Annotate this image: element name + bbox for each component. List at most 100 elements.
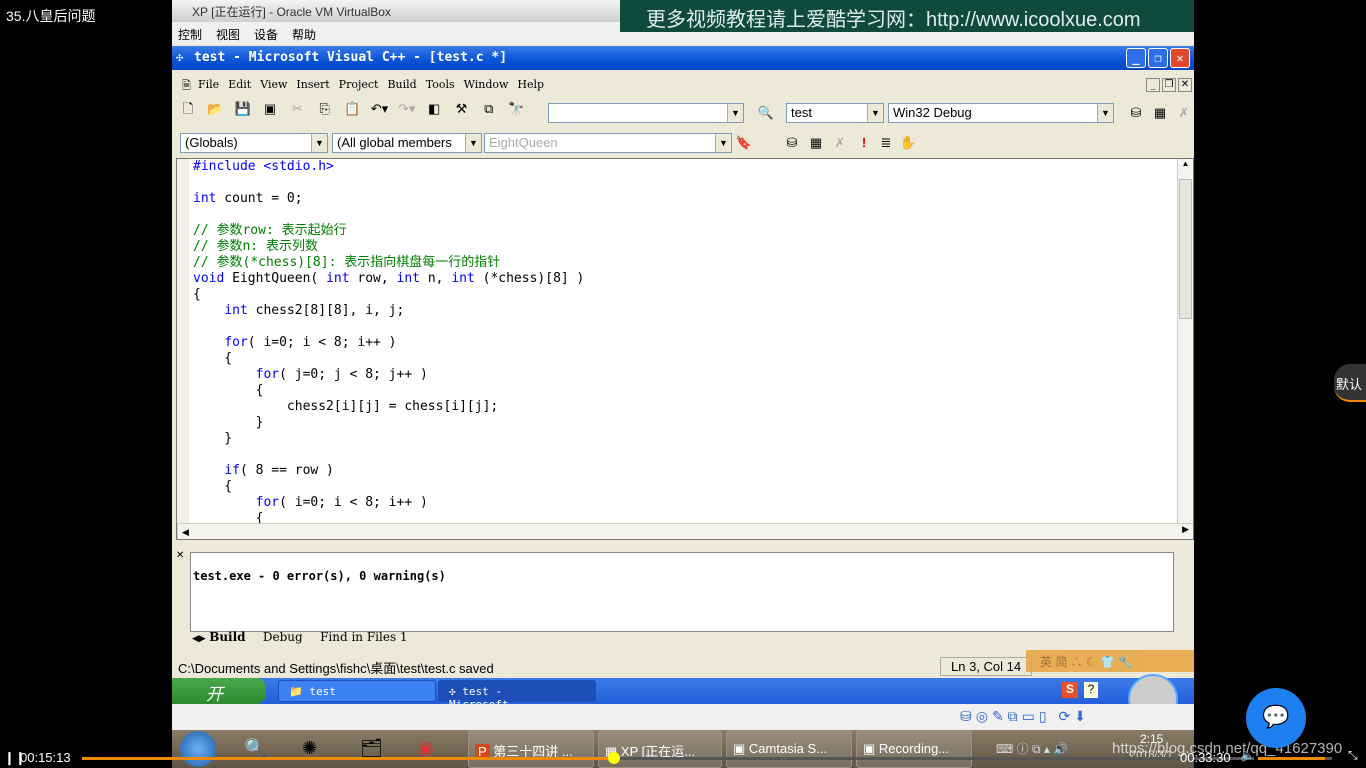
wizard-action-icon[interactable]: 🔖▾: [735, 134, 753, 168]
build-icon[interactable]: ▦: [1151, 104, 1169, 122]
copy-icon[interactable]: ⎘: [316, 100, 334, 118]
xp-task-vc[interactable]: ✣ test - Microsoft...: [438, 680, 596, 711]
chevron-down-icon[interactable]: ▼: [1097, 104, 1113, 122]
code-token: count = 0;: [216, 191, 303, 206]
insert-breakpoint-icon[interactable]: ≣: [877, 134, 895, 152]
search-icon[interactable]: 🔍: [244, 738, 266, 759]
mdi-minimize-button[interactable]: _: [1146, 78, 1160, 92]
tab-find-in-files[interactable]: Find in Files 1: [320, 630, 407, 644]
code-token: ( i=0; i < 8; i++ ): [247, 335, 397, 350]
save-icon[interactable]: 💾: [234, 100, 252, 118]
tab-debug[interactable]: Debug: [263, 630, 303, 644]
scroll-right-icon[interactable]: ▶: [1182, 524, 1189, 535]
menu-file[interactable]: File: [198, 78, 219, 91]
menu-window[interactable]: Window: [464, 78, 509, 91]
code-keyword: if: [224, 463, 240, 478]
vbox-menu-control[interactable]: 控制: [178, 28, 202, 42]
volume-slider[interactable]: [1258, 757, 1332, 760]
menu-edit[interactable]: Edit: [228, 78, 251, 91]
vbox-menu-help[interactable]: 帮助: [292, 28, 316, 42]
new-file-icon[interactable]: 🗋: [179, 100, 197, 118]
w7-task-camtasia[interactable]: ▣ Camtasia S...: [726, 730, 852, 768]
stop-build-icon[interactable]: ✗: [831, 134, 849, 152]
vbox-menu-devices[interactable]: 设备: [254, 28, 278, 42]
vc-app-icon: ✣: [176, 50, 184, 64]
video-progress-bar[interactable]: [82, 752, 1254, 764]
build-icon[interactable]: ▦: [807, 134, 825, 152]
compile-icon[interactable]: ⛁: [783, 134, 801, 152]
windows-start-orb[interactable]: [180, 731, 216, 767]
chevron-down-icon[interactable]: ▼: [311, 134, 327, 152]
mdi-close-button[interactable]: ✕: [1178, 78, 1192, 92]
stop-build-icon[interactable]: ✗: [1175, 104, 1193, 122]
quality-badge[interactable]: 默认: [1334, 364, 1366, 402]
scope-combo[interactable]: (Globals) ▼: [180, 133, 328, 153]
paste-icon[interactable]: 📋: [343, 100, 361, 118]
execute-icon[interactable]: !: [855, 134, 873, 152]
open-icon[interactable]: 📂: [206, 100, 224, 118]
task-label: test: [309, 685, 336, 698]
window-list-icon[interactable]: ⧉: [480, 100, 498, 118]
mdi-restore-button[interactable]: ❐: [1162, 78, 1176, 92]
code-line: {: [193, 287, 584, 303]
function-combo[interactable]: EightQueen ▼: [484, 133, 732, 153]
explorer-icon[interactable]: 🗂: [360, 738, 383, 759]
editor-vertical-scrollbar[interactable]: ▲: [1177, 159, 1193, 523]
cut-icon[interactable]: ✂: [288, 100, 306, 118]
menu-tools[interactable]: Tools: [426, 78, 455, 91]
code-token: EightQueen(: [224, 271, 327, 286]
vbox-menu-view[interactable]: 视图: [216, 28, 240, 42]
progress-handle[interactable]: [608, 752, 621, 764]
chevron-down-icon[interactable]: ▼: [727, 104, 743, 122]
project-combo[interactable]: test ▼: [786, 103, 884, 123]
find-combo[interactable]: ▼: [548, 103, 744, 123]
config-combo[interactable]: Win32 Debug ▼: [888, 103, 1114, 123]
scroll-thumb[interactable]: [1179, 179, 1192, 319]
close-output-icon[interactable]: ✕: [176, 550, 184, 561]
menu-build[interactable]: Build: [387, 78, 416, 91]
chevron-down-icon[interactable]: ▼: [867, 104, 883, 122]
minimize-button[interactable]: _: [1126, 48, 1146, 68]
scroll-up-icon[interactable]: ▲: [1178, 159, 1193, 171]
volume-icon[interactable]: 🔈: [1240, 748, 1255, 762]
hand-icon[interactable]: ✋: [899, 134, 917, 152]
redo-icon[interactable]: ↷▾: [398, 100, 416, 118]
output-window-icon[interactable]: ⚒: [452, 100, 470, 118]
find-in-files-icon[interactable]: 🔭: [507, 100, 525, 118]
code-text[interactable]: #include <stdio.h> int count = 0; // 参数row…: [193, 159, 584, 527]
menu-project[interactable]: Project: [339, 78, 379, 91]
tray-icons[interactable]: ⌨ ⓘ ⧉ ▴ 🔊: [996, 740, 1068, 757]
tab-scroll-icon[interactable]: ◀▶: [192, 633, 206, 643]
maximize-button[interactable]: ❐: [1148, 48, 1168, 68]
chrome-icon[interactable]: ◉: [418, 738, 434, 759]
chevron-down-icon[interactable]: ▼: [715, 134, 731, 152]
menu-insert[interactable]: Insert: [296, 78, 329, 91]
sogou-icon[interactable]: S: [1062, 682, 1078, 698]
chat-button[interactable]: 💬: [1246, 688, 1306, 748]
chevron-down-icon[interactable]: ▼: [465, 134, 481, 152]
vbox-device-icons[interactable]: ⛁◎✎⧉▭▯ ⟳⬇: [960, 708, 1090, 725]
fullscreen-icon[interactable]: ⤡: [1348, 748, 1358, 763]
close-button[interactable]: ✕: [1170, 48, 1190, 68]
find-icon[interactable]: 🔍: [757, 104, 775, 122]
members-combo[interactable]: (All global members ▼: [332, 133, 482, 153]
pinwheel-icon[interactable]: ✺: [302, 738, 317, 759]
w7-task-recording[interactable]: ▣ Recording...: [856, 730, 972, 768]
menu-help[interactable]: Help: [517, 78, 544, 91]
w7-task-powerpoint[interactable]: P 第三十四讲 ...: [468, 730, 594, 768]
scroll-left-icon[interactable]: ◀: [182, 527, 189, 537]
editor-horizontal-scrollbar[interactable]: ◀ ▶: [177, 523, 1193, 539]
start-button[interactable]: 开始: [172, 678, 266, 729]
menu-view[interactable]: View: [260, 78, 287, 91]
compile-icon[interactable]: ⛁: [1127, 104, 1145, 122]
undo-icon[interactable]: ↶▾: [370, 100, 388, 118]
save-all-icon[interactable]: ▣: [261, 100, 279, 118]
code-editor[interactable]: #include <stdio.h> int count = 0; // 参数row…: [176, 158, 1194, 540]
workspace-icon[interactable]: ◧: [425, 100, 443, 118]
code-token: ( 8 == row ): [239, 463, 334, 478]
ime-toolbar[interactable]: 英 简 ∴ ☾ 👕 🔧: [1026, 650, 1194, 672]
help-icon[interactable]: ?: [1084, 682, 1098, 698]
xp-task-test-folder[interactable]: 📁 test: [278, 680, 436, 702]
tab-build[interactable]: Build: [209, 630, 245, 644]
